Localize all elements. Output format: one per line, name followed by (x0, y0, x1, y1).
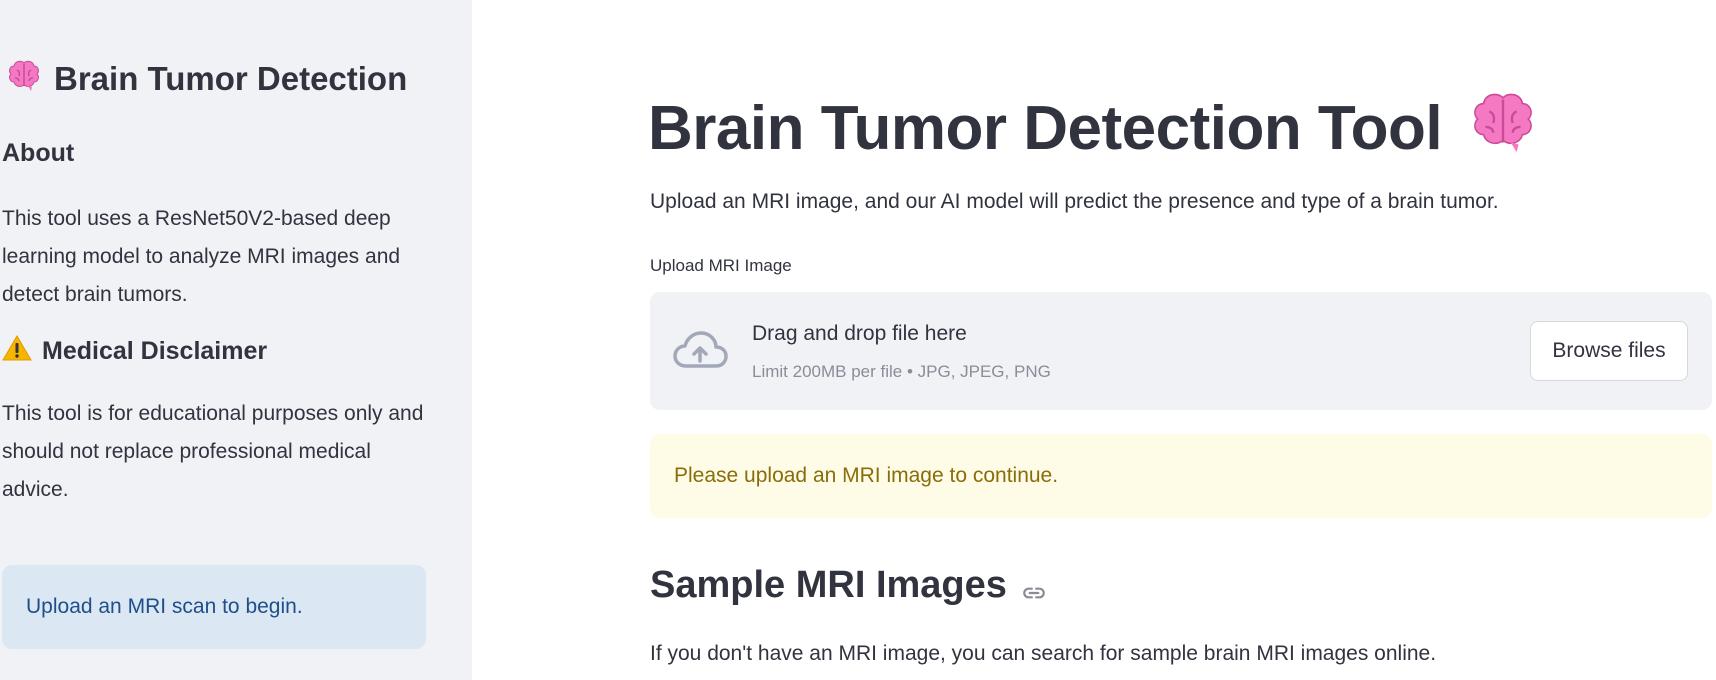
file-dropzone[interactable]: Drag and drop file here Limit 200MB per … (650, 292, 1712, 410)
warning-alert-text: Please upload an MRI image to continue. (674, 464, 1059, 487)
dropzone-limit-text: Limit 200MB per file • JPG, JPEG, PNG (752, 362, 1051, 381)
sidebar-info-text: Upload an MRI scan to begin. (26, 595, 303, 618)
cloud-upload-icon (672, 328, 728, 372)
sample-heading: Sample MRI Images (650, 564, 1047, 607)
app: Brain Tumor Detection About This tool us… (0, 0, 1716, 680)
sample-text: If you don't have an MRI image, you can … (650, 642, 1437, 665)
disclaimer-heading-text: Medical Disclaimer (42, 337, 268, 365)
sidebar-title: Brain Tumor Detection (6, 58, 407, 99)
main-content: Brain Tumor Detection Tool Upload an MRI… (472, 0, 1716, 680)
page-subtitle: Upload an MRI image, and our AI model wi… (650, 190, 1499, 213)
page-title-text: Brain Tumor Detection Tool (648, 94, 1443, 163)
brain-icon (1468, 88, 1538, 169)
sidebar-title-text: Brain Tumor Detection (54, 59, 408, 97)
browse-files-button[interactable]: Browse files (1530, 321, 1688, 381)
about-heading: About (2, 139, 75, 167)
dropzone-instructions: Drag and drop file here (752, 322, 967, 345)
sidebar-info-alert: Upload an MRI scan to begin. (2, 565, 426, 649)
sidebar: Brain Tumor Detection About This tool us… (0, 0, 472, 680)
page-title: Brain Tumor Detection Tool (648, 88, 1538, 169)
brain-icon (6, 58, 42, 99)
sample-heading-text: Sample MRI Images (650, 564, 1007, 606)
upload-label: Upload MRI Image (650, 256, 792, 275)
warning-icon (2, 335, 32, 368)
disclaimer-heading: Medical Disclaimer (2, 335, 267, 368)
about-text: This tool uses a ResNet50V2-based deep l… (2, 207, 401, 306)
disclaimer-text: This tool is for educational purposes on… (2, 402, 424, 501)
link-icon[interactable] (1021, 573, 1047, 599)
warning-alert: Please upload an MRI image to continue. (650, 434, 1712, 518)
